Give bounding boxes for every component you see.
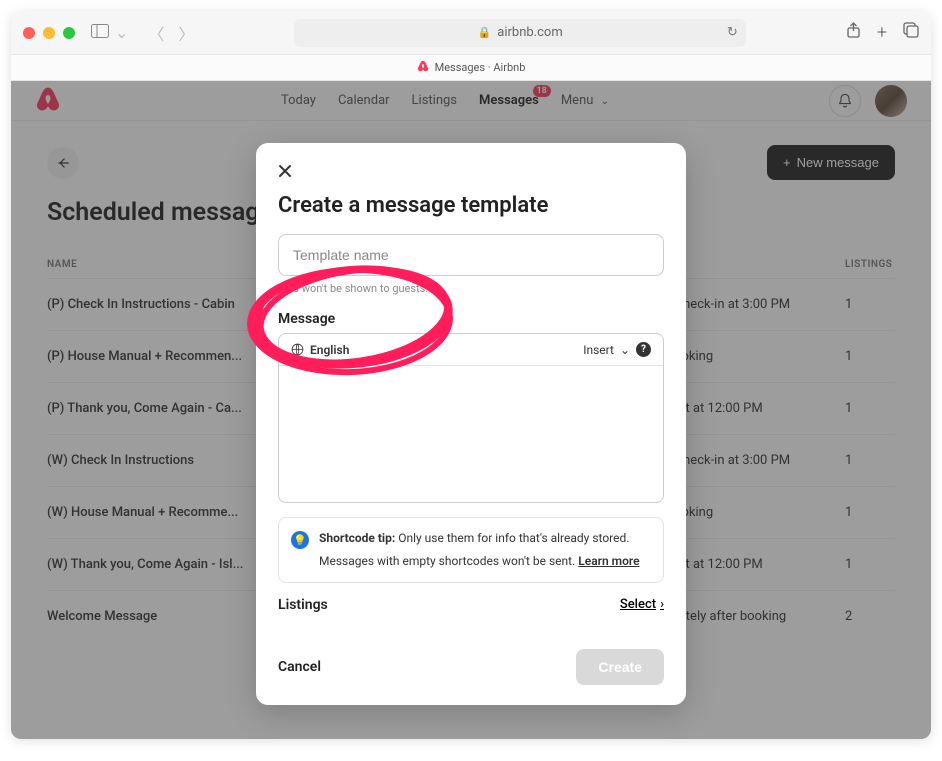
shortcode-tip: 💡 Shortcode tip: Only use them for info … <box>278 517 664 583</box>
tab-strip: Messages · Airbnb <box>11 55 931 81</box>
learn-more-link[interactable]: Learn more <box>578 553 639 570</box>
tab-favicon <box>417 60 429 75</box>
back-arrow-icon[interactable]: 〈 <box>148 21 164 45</box>
dropdown-caret-icon[interactable]: ⌄ <box>115 23 128 42</box>
share-icon[interactable] <box>846 22 861 43</box>
refresh-icon[interactable]: ↻ <box>727 25 738 40</box>
select-listings-button[interactable]: Select › <box>620 597 664 612</box>
address-bar[interactable]: 🔒 airbnb.com ↻ <box>294 19 745 47</box>
lightbulb-icon: 💡 <box>291 531 309 549</box>
nav-arrows: 〈 〉 <box>148 21 194 45</box>
message-textarea[interactable] <box>279 366 663 498</box>
chevron-right-icon: › <box>660 597 664 612</box>
chevron-down-icon: ⌄ <box>620 343 630 357</box>
lock-icon: 🔒 <box>478 26 492 39</box>
close-window-button[interactable] <box>23 27 35 39</box>
url-text: airbnb.com <box>497 25 562 40</box>
minimize-window-button[interactable] <box>43 27 55 39</box>
traffic-lights <box>23 27 75 39</box>
template-name-helper: This won't be shown to guests. <box>278 282 664 295</box>
listings-section-label: Listings <box>278 597 328 613</box>
create-template-modal: Create a message template This won't be … <box>256 143 686 705</box>
tabs-overview-icon[interactable] <box>903 22 919 43</box>
page-content: Today Calendar Listings Messages 18 Menu… <box>11 81 931 739</box>
forward-arrow-icon[interactable]: 〉 <box>178 21 194 45</box>
modal-title: Create a message template <box>278 193 664 218</box>
message-editor: English Insert ⌄ ? <box>278 333 664 503</box>
fullscreen-window-button[interactable] <box>63 27 75 39</box>
new-tab-icon[interactable]: + <box>877 22 887 43</box>
close-icon <box>278 164 292 178</box>
create-button[interactable]: Create <box>576 649 664 685</box>
help-icon[interactable]: ? <box>636 342 651 357</box>
cancel-button[interactable]: Cancel <box>278 659 321 675</box>
sidebar-toggle-icon[interactable] <box>91 23 109 42</box>
close-modal-button[interactable] <box>278 163 292 183</box>
globe-icon <box>291 343 304 356</box>
toolbar-right: + <box>846 22 919 43</box>
language-selector[interactable]: English <box>291 343 349 357</box>
browser-window: ⌄ 〈 〉 🔒 airbnb.com ↻ + Messages · Airbnb <box>11 11 931 739</box>
message-section-label: Message <box>278 311 664 327</box>
browser-toolbar: ⌄ 〈 〉 🔒 airbnb.com ↻ + <box>11 11 931 55</box>
insert-dropdown[interactable]: Insert ⌄ ? <box>583 342 651 357</box>
template-name-input[interactable] <box>278 234 664 276</box>
tab-title[interactable]: Messages · Airbnb <box>435 61 526 74</box>
